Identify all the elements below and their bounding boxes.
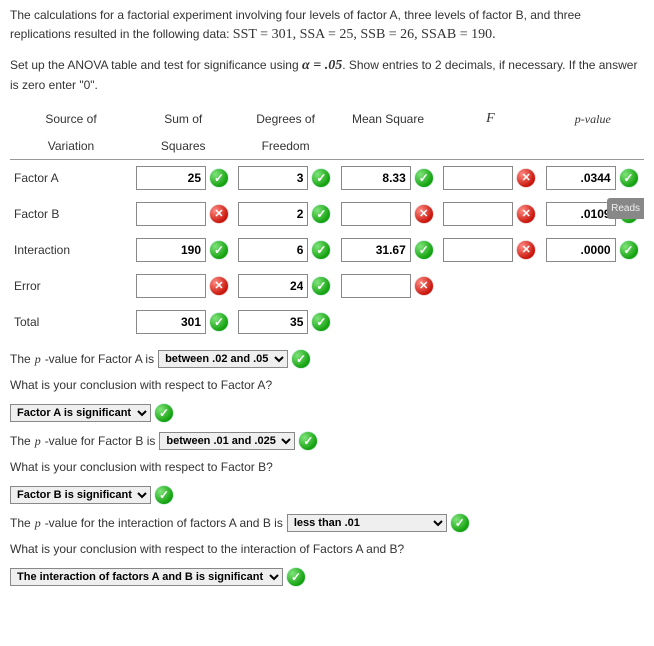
ms-ab-input[interactable] <box>341 238 411 262</box>
check-icon <box>312 205 330 223</box>
ss-err-input[interactable] <box>136 274 206 298</box>
check-icon <box>451 514 469 532</box>
table-row-error: Error <box>10 268 644 304</box>
table-row-factor-a: Factor A <box>10 160 644 197</box>
check-icon <box>155 486 173 504</box>
x-icon <box>210 205 228 223</box>
check-icon <box>292 350 310 368</box>
check-icon <box>312 241 330 259</box>
check-icon <box>312 313 330 331</box>
conclusion-ab-question: What is your conclusion with respect to … <box>10 540 644 558</box>
ms-b-input[interactable] <box>341 202 411 226</box>
f-ab-input[interactable] <box>443 238 513 262</box>
ms-a-input[interactable] <box>341 166 411 190</box>
p-b-input[interactable] <box>546 202 616 226</box>
check-icon <box>210 169 228 187</box>
ss-tot-input[interactable] <box>136 310 206 334</box>
x-icon <box>210 277 228 295</box>
check-icon <box>210 313 228 331</box>
check-icon <box>287 568 305 586</box>
p-ab-input[interactable] <box>546 238 616 262</box>
check-icon <box>299 432 317 450</box>
instructions: Set up the ANOVA table and test for sign… <box>10 55 644 94</box>
df-tot-input[interactable] <box>238 310 308 334</box>
anova-table: Source of Sum of Degrees of Mean Square … <box>10 104 644 340</box>
ms-err-input[interactable] <box>341 274 411 298</box>
read-aloud-badge[interactable]: Reads <box>607 198 644 219</box>
pvalue-ab-select[interactable]: less than .01 <box>287 514 447 532</box>
conclusion-a-question: What is your conclusion with respect to … <box>10 376 644 394</box>
check-icon <box>415 169 433 187</box>
conclusion-b-question: What is your conclusion with respect to … <box>10 458 644 476</box>
x-icon <box>517 241 535 259</box>
pvalue-b-select[interactable]: between .01 and .025 <box>159 432 295 450</box>
ss-b-input[interactable] <box>136 202 206 226</box>
df-b-input[interactable] <box>238 202 308 226</box>
table-row-factor-b: Factor B <box>10 196 644 232</box>
check-icon <box>312 277 330 295</box>
f-a-input[interactable] <box>443 166 513 190</box>
check-icon <box>620 169 638 187</box>
x-icon <box>415 277 433 295</box>
equation: SST = 301, SSA = 25, SSB = 26, SSAB = 19… <box>233 27 496 42</box>
check-icon <box>620 241 638 259</box>
f-b-input[interactable] <box>443 202 513 226</box>
check-icon <box>312 169 330 187</box>
pvalue-a-select[interactable]: between .02 and .05 <box>158 350 288 368</box>
alpha-value: α = .05 <box>302 58 342 73</box>
p-a-input[interactable] <box>546 166 616 190</box>
check-icon <box>415 241 433 259</box>
x-icon <box>517 169 535 187</box>
df-a-input[interactable] <box>238 166 308 190</box>
pvalue-a-line: The p-value for Factor A is between .02 … <box>10 350 644 368</box>
ss-a-input[interactable] <box>136 166 206 190</box>
check-icon <box>155 404 173 422</box>
df-err-input[interactable] <box>238 274 308 298</box>
ss-ab-input[interactable] <box>136 238 206 262</box>
df-ab-input[interactable] <box>238 238 308 262</box>
conclusion-a-select[interactable]: Factor A is significant <box>10 404 151 422</box>
x-icon <box>415 205 433 223</box>
pvalue-b-line: The p-value for Factor B is between .01 … <box>10 432 644 450</box>
conclusion-b-select[interactable]: Factor B is significant <box>10 486 151 504</box>
x-icon <box>517 205 535 223</box>
pvalue-ab-line: The p-value for the interaction of facto… <box>10 514 644 532</box>
table-row-total: Total <box>10 304 644 340</box>
check-icon <box>210 241 228 259</box>
conclusion-ab-select[interactable]: The interaction of factors A and B is si… <box>10 568 283 586</box>
table-row-interaction: Interaction <box>10 232 644 268</box>
problem-statement: The calculations for a factorial experim… <box>10 6 644 45</box>
